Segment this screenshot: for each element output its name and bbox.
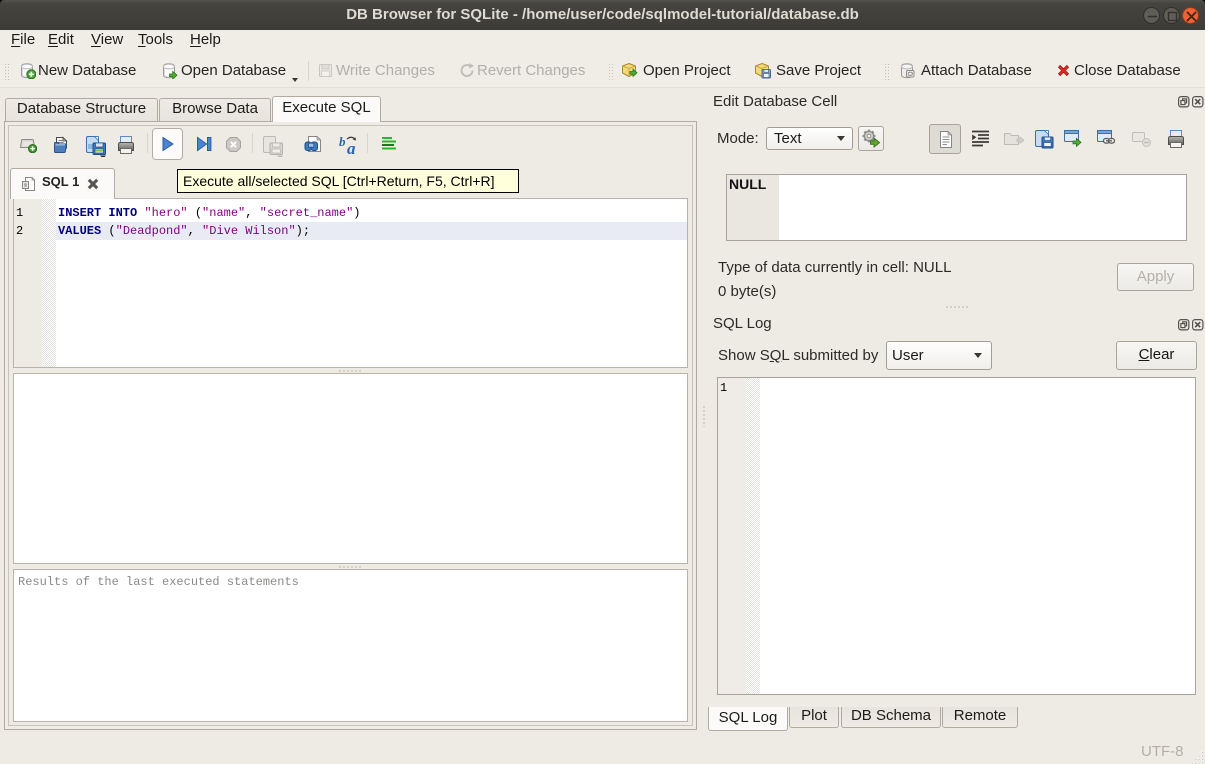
svg-text:a: a: [347, 139, 356, 156]
svg-text:b: b: [339, 134, 346, 149]
